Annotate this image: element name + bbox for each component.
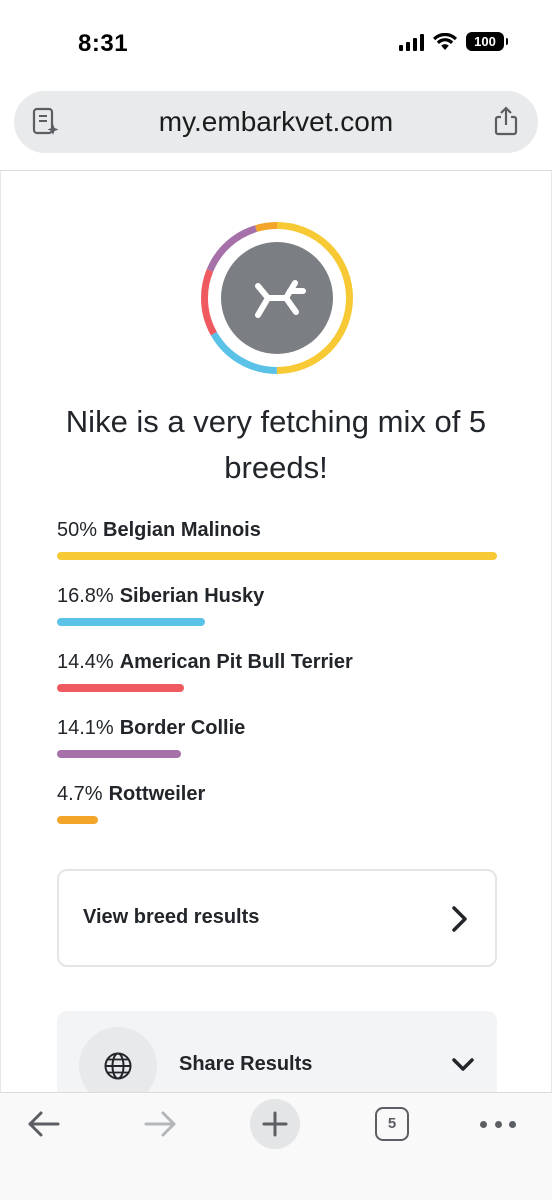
battery-level: 100 [474, 34, 496, 49]
chevron-down-icon[interactable] [451, 1057, 475, 1073]
plus-icon [262, 1111, 288, 1137]
status-time: 8:31 [78, 30, 129, 57]
globe-icon-badge [79, 1027, 157, 1092]
tabs-icon[interactable]: 5 [375, 1107, 409, 1141]
signal-icon [399, 33, 424, 51]
breed-bar [57, 684, 184, 692]
breed-name: Border Collie [119, 717, 246, 739]
breed-row-belgian-malinois: 50% Belgian Malinois [57, 519, 497, 560]
back-arrow-icon[interactable] [26, 1109, 62, 1139]
url-text[interactable]: my.embarkvet.com [14, 106, 538, 138]
more-dots-icon[interactable] [480, 1121, 516, 1129]
breed-donut-chart [201, 222, 353, 374]
breed-percent: 16.8% [57, 585, 114, 607]
new-tab-button[interactable] [250, 1099, 300, 1149]
status-bar: 8:31 100 [0, 0, 552, 90]
globe-icon [104, 1052, 132, 1080]
forward-arrow-icon[interactable] [142, 1109, 178, 1139]
breed-bar [57, 618, 205, 626]
breed-name: Siberian Husky [119, 585, 265, 607]
breed-row-border-collie: 14.1% Border Collie [57, 717, 497, 758]
breed-bar [57, 750, 182, 758]
browser-toolbar: 5 [0, 1092, 552, 1200]
status-icons: 100 [399, 32, 508, 51]
breed-bar [57, 552, 497, 560]
breed-percent: 14.4% [57, 651, 114, 673]
breed-row-rottweiler: 4.7% Rottweiler [57, 783, 497, 824]
breed-percent: 4.7% [57, 783, 103, 805]
battery-icon: 100 [466, 32, 508, 51]
chevron-right-icon [452, 906, 467, 932]
view-breed-results-label: View breed results [83, 906, 260, 928]
breed-name: Belgian Malinois [103, 519, 261, 541]
share-icon[interactable] [492, 105, 520, 137]
wifi-icon [433, 32, 457, 50]
breed-name: Rottweiler [108, 783, 206, 805]
url-bar[interactable]: my.embarkvet.com [14, 91, 538, 153]
view-breed-results-button[interactable]: View breed results [57, 869, 497, 967]
share-results-label: Share Results [179, 1053, 313, 1075]
breed-row-siberian-husky: 16.8% Siberian Husky [57, 585, 497, 626]
breed-percent: 14.1% [57, 717, 114, 739]
breed-row-american-pit-bull-terrier: 14.4% American Pit Bull Terrier [57, 651, 497, 692]
breed-percent: 50% [57, 519, 98, 541]
share-results-panel[interactable]: Share Results [57, 1011, 497, 1092]
web-page: Nike is a very fetching mix of 5 breeds!… [0, 170, 552, 1092]
breed-name: American Pit Bull Terrier [119, 651, 353, 673]
breed-mix-headline: Nike is a very fetching mix of 5 breeds! [65, 404, 487, 485]
breed-bar [57, 816, 99, 824]
